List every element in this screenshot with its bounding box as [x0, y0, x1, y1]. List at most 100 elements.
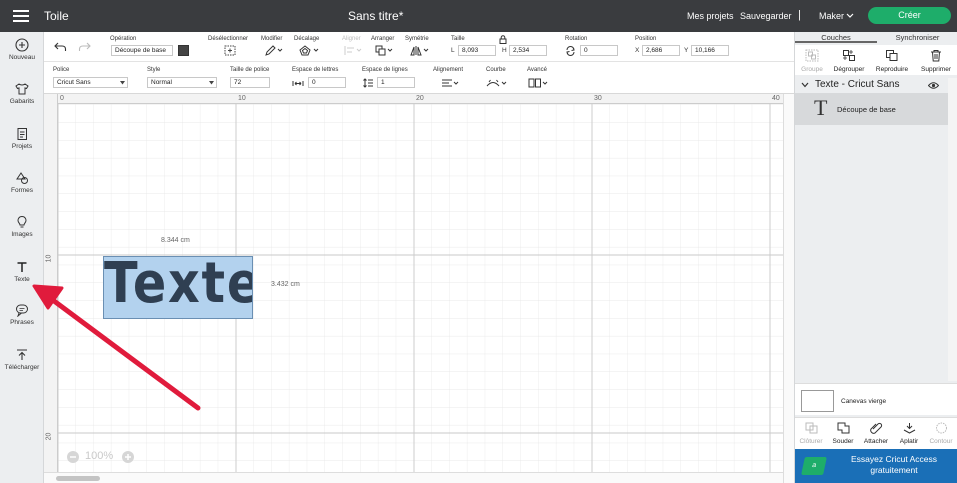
layer-type-glyph: T	[814, 95, 828, 120]
text-align-icon[interactable]	[441, 78, 461, 88]
app-name: Toile	[44, 9, 69, 23]
deselect-icon[interactable]	[224, 45, 236, 56]
operation-color-swatch[interactable]	[178, 45, 189, 56]
width-input[interactable]: 8,093	[458, 45, 496, 56]
font-size-label: Taille de police	[230, 67, 270, 73]
ruler-vertical: 10 20	[44, 94, 58, 472]
flip-icon[interactable]	[410, 45, 430, 56]
ruler-tick: 10	[45, 254, 53, 263]
horizontal-scrollbar[interactable]	[44, 472, 783, 483]
zoom-control: 100%	[66, 448, 138, 465]
ungroup-icon	[843, 50, 855, 61]
ungroup-button[interactable]: Dégrouper	[831, 49, 867, 73]
duplicate-button[interactable]: Reproduire	[874, 49, 910, 73]
height-input[interactable]: 2,534	[509, 45, 547, 56]
trash-icon	[931, 50, 941, 62]
chevron-down-icon[interactable]	[846, 12, 854, 20]
x-label: X	[635, 47, 640, 54]
selected-text-object[interactable]: Texte	[103, 256, 253, 319]
zoom-in-icon[interactable]	[121, 450, 135, 464]
ruler-tick: 20	[45, 432, 53, 441]
delete-button[interactable]: Supprimer	[918, 49, 954, 73]
offset-icon[interactable]	[299, 45, 321, 56]
pen-icon[interactable]	[264, 45, 284, 56]
sidebar-item-label: Images	[11, 231, 33, 238]
arrange-icon[interactable]	[375, 45, 395, 56]
letter-spacing-input[interactable]: 0	[308, 77, 346, 88]
sidebar-item-images[interactable]: Images	[0, 215, 44, 238]
contour-label: Contour	[929, 438, 953, 445]
sidebar-item-upload[interactable]: Télécharger	[0, 348, 44, 371]
advanced-icon[interactable]	[528, 78, 550, 88]
blank-canvas-row[interactable]: Canevas vierge	[795, 383, 957, 415]
plus-circle-icon	[15, 38, 29, 52]
sidebar-item-text[interactable]: Texte	[0, 260, 44, 283]
save-button[interactable]: Sauvegarder	[740, 11, 792, 21]
sidebar-item-phrases[interactable]: Phrases	[0, 303, 44, 326]
scrollbar-thumb[interactable]	[56, 476, 100, 481]
width-label: L	[451, 47, 455, 54]
document-title[interactable]: Sans titre*	[348, 9, 403, 23]
flatten-button[interactable]: Aplatir	[895, 422, 923, 445]
deselect-label: Désélectionner	[208, 36, 249, 42]
panel-scrollbar[interactable]	[948, 78, 957, 381]
rotation-label: Rotation	[565, 36, 588, 42]
y-label: Y	[684, 47, 689, 54]
ruler-tick: 10	[238, 95, 246, 102]
lock-icon[interactable]	[499, 35, 507, 44]
layers-panel: Couches Synchroniser Groupe Dégrouper Re…	[794, 32, 957, 483]
operation-select[interactable]: Découpe de base	[111, 45, 173, 56]
zoom-out-icon[interactable]	[66, 450, 80, 464]
access-promo-banner[interactable]: a Essayez Cricut Access gratuitement	[795, 449, 957, 483]
layer-group-header[interactable]: Texte - Cricut Sans	[795, 78, 948, 92]
operation-label: Opération	[110, 36, 137, 42]
offset-label: Décalage	[294, 36, 320, 42]
my-projects-link[interactable]: Mes projets	[687, 11, 734, 21]
tab-layers[interactable]: Couches	[795, 32, 877, 43]
tab-sync[interactable]: Synchroniser	[877, 32, 957, 43]
letter-spacing-label: Espace de lettres	[292, 67, 339, 73]
hamburger-menu-icon[interactable]	[13, 10, 29, 22]
attach-button[interactable]: Attacher	[861, 422, 891, 445]
group-label: Groupe	[801, 66, 823, 73]
create-button[interactable]: Créer	[868, 7, 951, 24]
position-x-input[interactable]: 2,686	[642, 45, 680, 56]
eye-icon[interactable]	[928, 82, 939, 89]
curve-text-icon[interactable]	[486, 78, 508, 88]
machine-selector[interactable]: Maker	[819, 11, 844, 21]
rotation-input[interactable]: 0	[580, 45, 618, 56]
weld-label: Souder	[832, 438, 854, 445]
sidebar-item-new[interactable]: Nouveau	[0, 38, 44, 61]
group-button[interactable]: Groupe	[799, 49, 825, 73]
sidebar-item-label: Gabarits	[9, 98, 35, 105]
redo-icon[interactable]	[78, 42, 91, 52]
curve-label: Courbe	[486, 67, 506, 73]
font-size-input[interactable]: 72	[230, 77, 270, 88]
layer-item[interactable]: T Découpe de base	[795, 93, 948, 125]
height-label: H	[502, 47, 507, 54]
sidebar-item-label: Formes	[10, 187, 34, 194]
position-label: Position	[635, 36, 657, 42]
undo-icon[interactable]	[54, 42, 67, 52]
weld-button[interactable]: Souder	[829, 422, 857, 445]
vertical-scrollbar[interactable]	[783, 94, 794, 483]
contour-button[interactable]: Contour	[926, 422, 956, 445]
style-select[interactable]: Normal	[147, 77, 217, 88]
line-spacing-input[interactable]: 1	[377, 77, 415, 88]
line-spacing-label: Espace de lignes	[362, 67, 408, 73]
sidebar-item-templates[interactable]: Gabarits	[0, 82, 44, 105]
shapes-icon	[16, 172, 28, 184]
sidebar-item-projects[interactable]: Projets	[0, 127, 44, 150]
sidebar-item-shapes[interactable]: Formes	[0, 171, 44, 194]
weld-icon	[837, 422, 849, 434]
chevron-down-icon[interactable]	[801, 82, 809, 88]
slice-button[interactable]: Clôturer	[797, 422, 825, 445]
canvas-swatch[interactable]	[801, 390, 834, 412]
flatten-icon	[903, 423, 915, 434]
alignment-label: Alignement	[433, 67, 464, 73]
duplicate-icon	[886, 50, 898, 61]
layer-tools: Groupe Dégrouper Reproduire Supprimer	[795, 45, 957, 75]
font-select[interactable]: Cricut Sans	[53, 77, 128, 88]
width-dimension: 8.344 cm	[161, 237, 190, 244]
position-y-input[interactable]: 10,166	[691, 45, 729, 56]
